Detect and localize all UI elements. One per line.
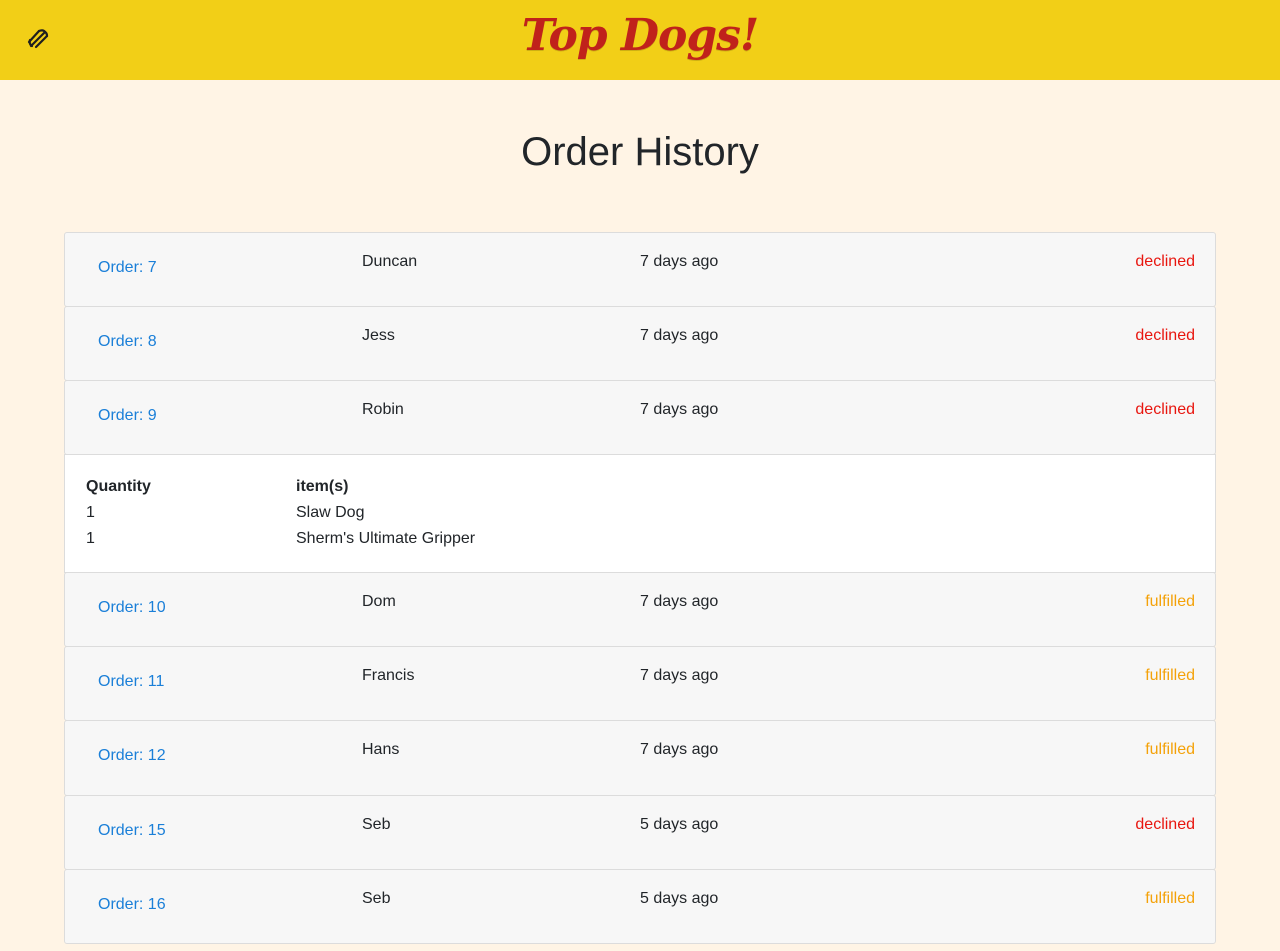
customer-name: Francis — [362, 667, 415, 684]
hotdog-menu-icon[interactable] — [26, 27, 50, 51]
status-label: declined — [1135, 253, 1195, 270]
order-time: 5 days ago — [640, 890, 719, 907]
order-time: 5 days ago — [640, 816, 719, 833]
order-link[interactable]: Order: 15 — [98, 821, 166, 841]
order-row[interactable]: Order: 12 Hans 7 days ago fulfilled — [64, 720, 1216, 796]
order-row[interactable]: Order: 8 Jess 7 days ago declined — [64, 306, 1216, 381]
status-label: declined — [1135, 401, 1195, 418]
order-link[interactable]: Order: 7 — [98, 258, 157, 278]
customer-name: Robin — [362, 401, 404, 418]
line-quantity: 1 — [86, 530, 95, 547]
status-label: fulfilled — [1145, 741, 1195, 758]
customer-name: Hans — [362, 741, 400, 758]
order-time: 7 days ago — [640, 667, 719, 684]
order-row[interactable]: Order: 9 Robin 7 days ago declined — [64, 380, 1216, 455]
order-row[interactable]: Order: 11 Francis 7 days ago fulfilled — [64, 646, 1216, 721]
customer-name: Dom — [362, 593, 396, 610]
order-time: 7 days ago — [640, 253, 719, 270]
status-label: declined — [1135, 816, 1195, 833]
customer-name: Seb — [362, 890, 391, 907]
status-label: fulfilled — [1145, 890, 1195, 907]
order-link[interactable]: Order: 10 — [98, 598, 166, 618]
navbar: Top Dogs! — [0, 0, 1280, 80]
line-quantity: 1 — [86, 504, 95, 521]
quantity-header: Quantity — [86, 478, 151, 495]
line-item: Slaw Dog — [296, 504, 365, 521]
order-link[interactable]: Order: 11 — [98, 672, 164, 692]
status-label: declined — [1135, 327, 1195, 344]
order-time: 7 days ago — [640, 741, 719, 758]
customer-name: Duncan — [362, 253, 418, 270]
line-item: Sherm's Ultimate Gripper — [296, 530, 476, 547]
order-time: 7 days ago — [640, 327, 719, 344]
customer-name: Jess — [362, 327, 395, 344]
order-details-panel: Quantity item(s) 1 Slaw Dog 1 Sherm's Ul… — [64, 454, 1216, 573]
items-header: item(s) — [296, 478, 349, 495]
order-time: 7 days ago — [640, 401, 719, 418]
order-row[interactable]: Order: 15 Seb 5 days ago declined — [64, 795, 1216, 870]
order-row[interactable]: Order: 16 Seb 5 days ago fulfilled — [64, 869, 1216, 944]
order-link[interactable]: Order: 8 — [98, 332, 157, 352]
brand-logo[interactable]: Top Dogs! — [0, 0, 1280, 80]
status-label: fulfilled — [1145, 593, 1195, 610]
order-link[interactable]: Order: 9 — [98, 406, 157, 426]
order-link[interactable]: Order: 16 — [98, 895, 166, 915]
order-time: 7 days ago — [640, 593, 719, 610]
order-row[interactable]: Order: 7 Duncan 7 days ago declined — [64, 232, 1216, 307]
order-list: Order: 7 Duncan 7 days ago declined Orde… — [64, 232, 1216, 944]
customer-name: Seb — [362, 816, 391, 833]
page-title: Order History — [521, 130, 759, 174]
order-row[interactable]: Order: 10 Dom 7 days ago fulfilled — [64, 572, 1216, 647]
order-link[interactable]: Order: 12 — [98, 746, 166, 766]
status-label: fulfilled — [1145, 667, 1195, 684]
